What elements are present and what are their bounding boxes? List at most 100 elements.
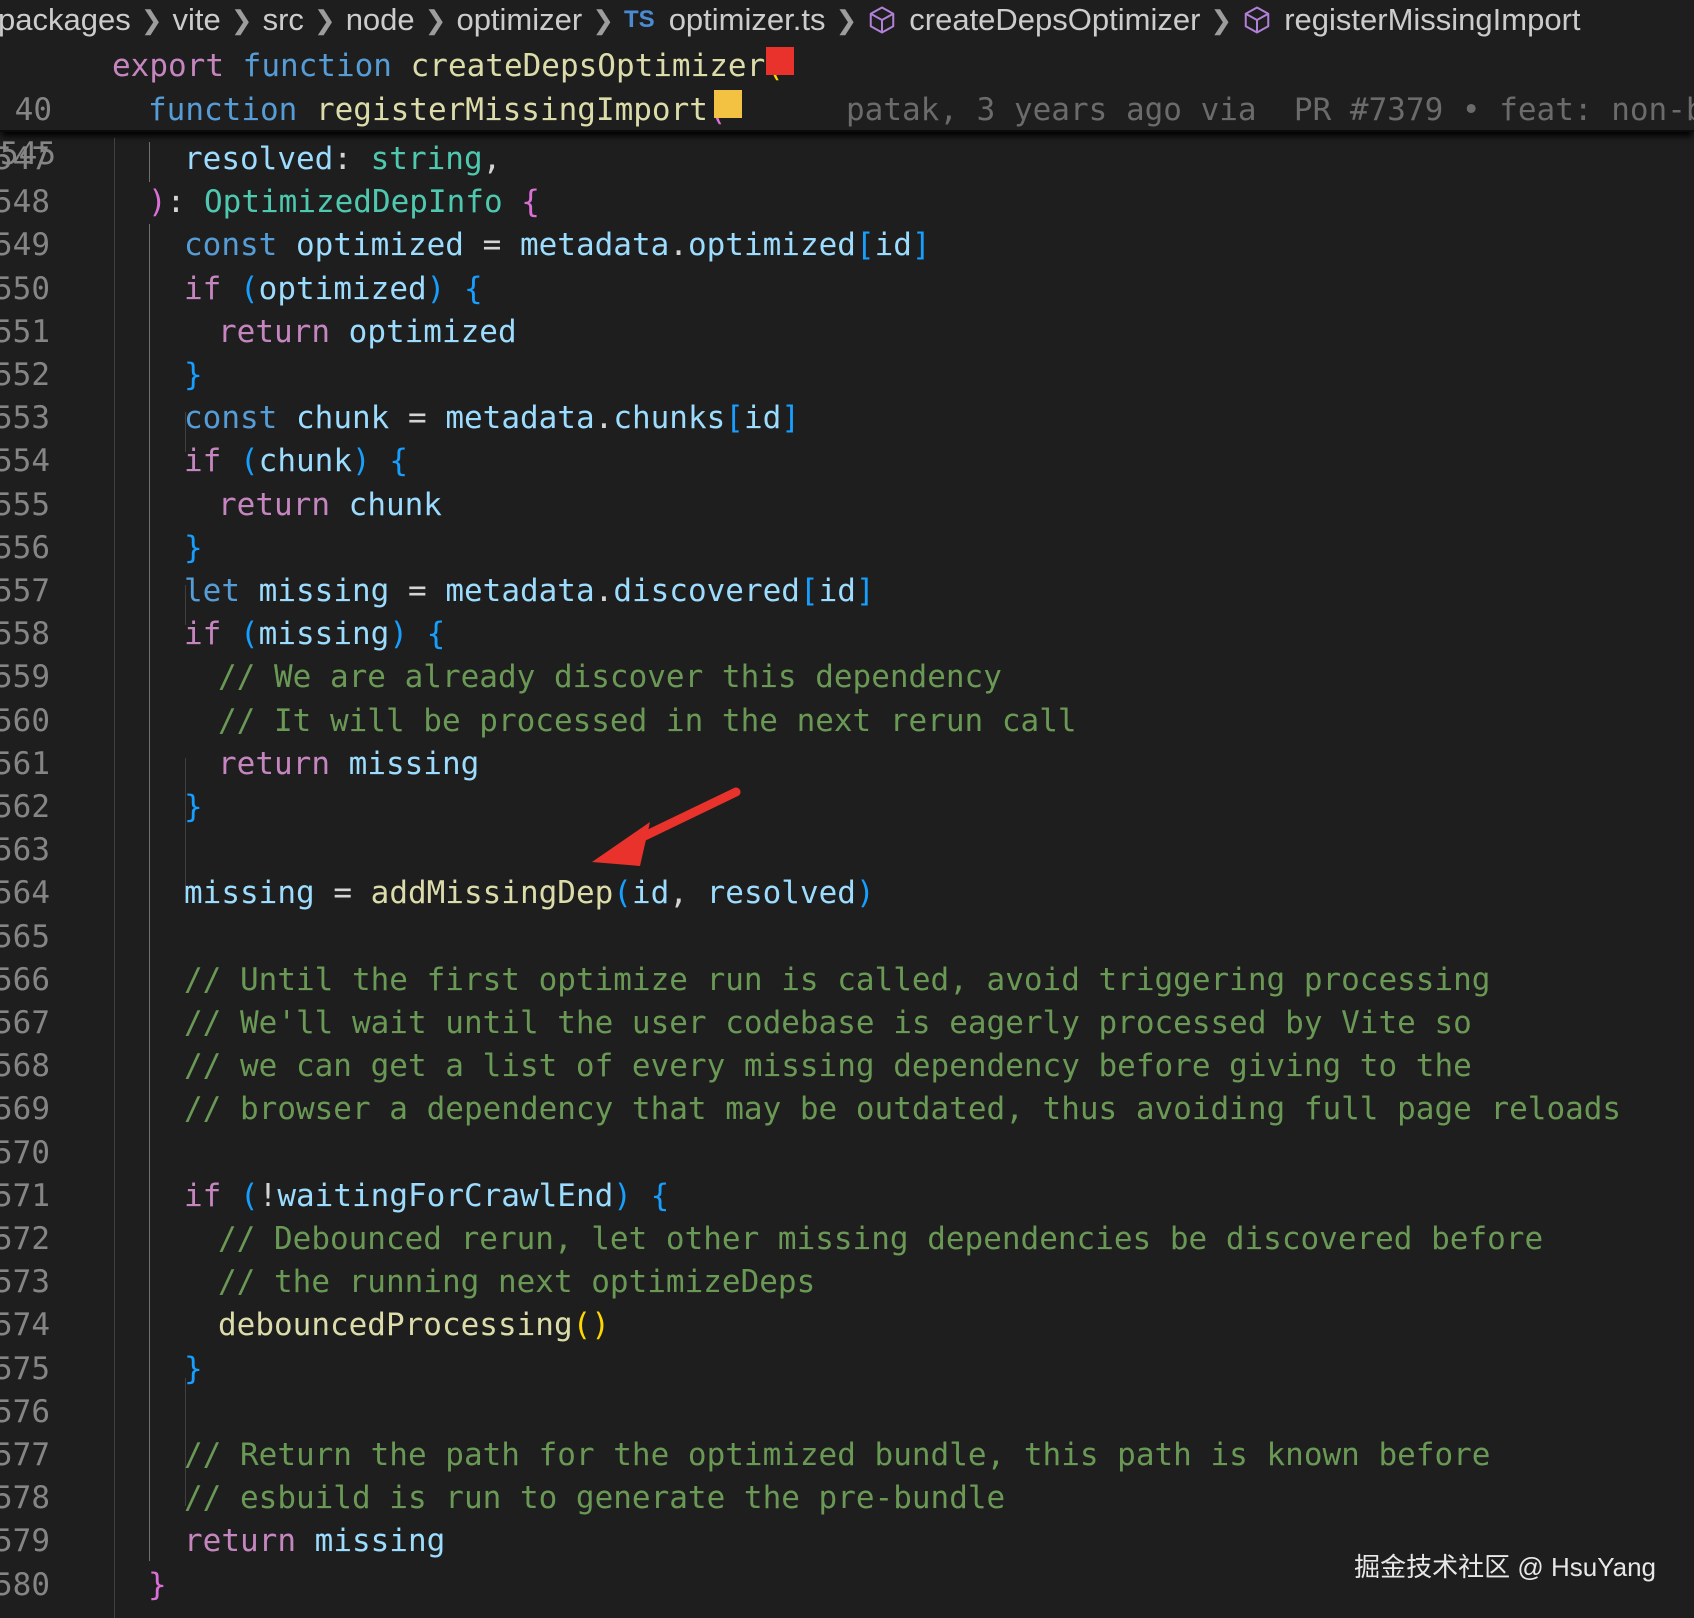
code-line-578[interactable]: 578 // esbuild is run to generate the pre…: [0, 1477, 1694, 1520]
code-text: // Debounced rerun, let other missing de…: [218, 1221, 1544, 1257]
line-number: 562: [0, 789, 50, 825]
code-line-555[interactable]: 555 return chunk: [0, 484, 1694, 527]
code-line-552[interactable]: 552}: [0, 354, 1694, 397]
line-number: 560: [0, 702, 50, 739]
line-number: 561: [0, 745, 50, 782]
breadcrumb-item-optimizer[interactable]: optimizer: [456, 2, 582, 38]
code-line-563[interactable]: 563: [0, 829, 1694, 872]
method-cube-icon: [1244, 6, 1270, 34]
line-number: 559: [0, 659, 50, 696]
code-line-558[interactable]: 558 if (missing) {: [0, 613, 1694, 656]
code-line-564[interactable]: 564 missing = addMissingDep(id, resolved): [0, 872, 1694, 915]
code-line-550[interactable]: 550 if (optimized) {: [0, 268, 1694, 311]
code-text: return missing: [218, 745, 480, 782]
code-text: // Return the path for the optimized bun…: [184, 1437, 1491, 1473]
line-number: 554: [0, 443, 50, 480]
typescript-file-icon: TS: [624, 6, 655, 33]
code-editor[interactable]: 547 resolved: string, 548): OptimizedDepIn…: [0, 138, 1694, 1618]
highlight-marker-yellow: [714, 90, 742, 118]
code-line-553[interactable]: 553 const chunk = metadata.chunks[id]: [0, 397, 1694, 440]
code-line-572[interactable]: 572 // Debounced rerun, let other missing…: [0, 1218, 1694, 1261]
code-line-567[interactable]: 567 // We'll wait until the user codebase…: [0, 1002, 1694, 1045]
chevron-right-icon: ❯: [835, 4, 858, 35]
line-number: 574: [0, 1307, 50, 1344]
code-line-549[interactable]: 549 const optimized = metadata.optimized[…: [0, 224, 1694, 267]
line-number: 575: [0, 1350, 50, 1387]
code-text: return optimized: [218, 313, 517, 350]
sticky-scroll-header[interactable]: 40 export function createDepsOptimizer( …: [0, 44, 1694, 172]
code-line-547[interactable]: 547 resolved: string,: [0, 138, 1694, 181]
code-text: // the running next optimizeDeps: [218, 1264, 816, 1301]
code-line-557[interactable]: 557 let missing = metadata.discovered[id]: [0, 570, 1694, 613]
line-number: 566: [0, 961, 50, 998]
code-line-559[interactable]: 559 // We are already discover this depen…: [0, 656, 1694, 699]
method-cube-icon: [870, 6, 895, 34]
chevron-right-icon: ❯: [313, 4, 336, 35]
line-number: 569: [0, 1091, 50, 1128]
code-line-554[interactable]: 554 if (chunk) {: [0, 440, 1694, 483]
line-number: 551: [0, 313, 50, 350]
code-text: // browser a dependency that may be outd…: [184, 1091, 1622, 1128]
code-text: // We'll wait until the user codebase is…: [184, 1005, 1472, 1041]
breadcrumb-item-packages[interactable]: packages: [0, 2, 131, 38]
code-line-577[interactable]: 577 // Return the path for the optimized …: [0, 1434, 1694, 1477]
code-line-551[interactable]: 551 return optimized: [0, 311, 1694, 354]
code-line-576[interactable]: 576: [0, 1391, 1694, 1434]
sticky-line-40[interactable]: 40 export function createDepsOptimizer(: [0, 44, 1694, 128]
git-blame-annotation: patak, 3 years ago via PR #7379 • feat: …: [846, 92, 1694, 128]
code-text: }: [148, 1566, 167, 1603]
line-number: 570: [0, 1134, 50, 1171]
code-line-569[interactable]: 569 // browser a dependency that may be o…: [0, 1088, 1694, 1131]
line-number: 558: [0, 616, 50, 653]
breadcrumb-item-file[interactable]: optimizer.ts: [669, 2, 826, 38]
code-line-573[interactable]: 573 // the running next optimizeDeps: [0, 1261, 1694, 1304]
code-line-562[interactable]: 562}: [0, 786, 1694, 829]
sticky-line-545[interactable]: 545 function registerMissingImport( pata…: [0, 88, 1694, 172]
code-line-574[interactable]: 574 debouncedProcessing(): [0, 1304, 1694, 1347]
code-text: debouncedProcessing(): [218, 1307, 610, 1344]
line-number: 555: [0, 486, 50, 523]
chevron-right-icon: ❯: [424, 4, 447, 35]
breadcrumb-item-vite[interactable]: vite: [173, 2, 221, 38]
code-text: // We are already discover this dependen…: [218, 659, 1002, 696]
line-number: 550: [0, 270, 50, 307]
line-number: 580: [0, 1566, 50, 1603]
code-text: ): OptimizedDepInfo {: [148, 184, 540, 221]
line-number: 579: [0, 1523, 50, 1560]
code-text: const chunk = metadata.chunks[id]: [184, 400, 800, 437]
code-text: if (missing) {: [184, 616, 446, 653]
code-line-556[interactable]: 556}: [0, 527, 1694, 570]
breadcrumb-symbol-registerMissingImport[interactable]: registerMissingImport: [1284, 2, 1580, 38]
code-line-561[interactable]: 561 return missing: [0, 743, 1694, 786]
line-number: 564: [0, 875, 50, 912]
code-line-575[interactable]: 575}: [0, 1348, 1694, 1391]
line-number: 577: [0, 1437, 50, 1473]
code-text: return missing: [184, 1523, 446, 1560]
code-line-565[interactable]: 565: [0, 916, 1694, 959]
breadcrumb-item-src[interactable]: src: [263, 2, 304, 38]
breadcrumb-item-node[interactable]: node: [346, 2, 415, 38]
code-text: // It will be processed in the next reru…: [218, 702, 1077, 739]
code-text: }: [184, 357, 203, 393]
line-number: 557: [0, 573, 50, 609]
code-text: function registerMissingImport(: [148, 92, 727, 128]
code-text: if (!waitingForCrawlEnd) {: [184, 1177, 670, 1214]
line-number: 552: [0, 357, 50, 393]
code-line-548[interactable]: 548): OptimizedDepInfo {: [0, 181, 1694, 224]
code-line-560[interactable]: 560 // It will be processed in the next r…: [0, 700, 1694, 743]
code-text: let missing = metadata.discovered[id]: [184, 573, 875, 609]
line-number: 549: [0, 227, 50, 264]
code-line-570[interactable]: 570: [0, 1132, 1694, 1175]
chevron-right-icon: ❯: [230, 4, 253, 35]
code-line-568[interactable]: 568 // we can get a list of every missing…: [0, 1045, 1694, 1088]
code-text: }: [184, 789, 203, 825]
code-line-566[interactable]: 566 // Until the first optimize run is ca…: [0, 959, 1694, 1002]
line-number: 567: [0, 1005, 50, 1041]
line-number: 571: [0, 1177, 50, 1214]
breadcrumb-symbol-createDepsOptimizer[interactable]: createDepsOptimizer: [909, 2, 1200, 38]
code-text: export function createDepsOptimizer(: [112, 48, 784, 84]
code-text: missing = addMissingDep(id, resolved): [184, 875, 875, 912]
chevron-right-icon: ❯: [140, 4, 163, 35]
code-line-571[interactable]: 571 if (!waitingForCrawlEnd) {: [0, 1175, 1694, 1218]
code-text: const optimized = metadata.optimized[id]: [184, 227, 931, 264]
